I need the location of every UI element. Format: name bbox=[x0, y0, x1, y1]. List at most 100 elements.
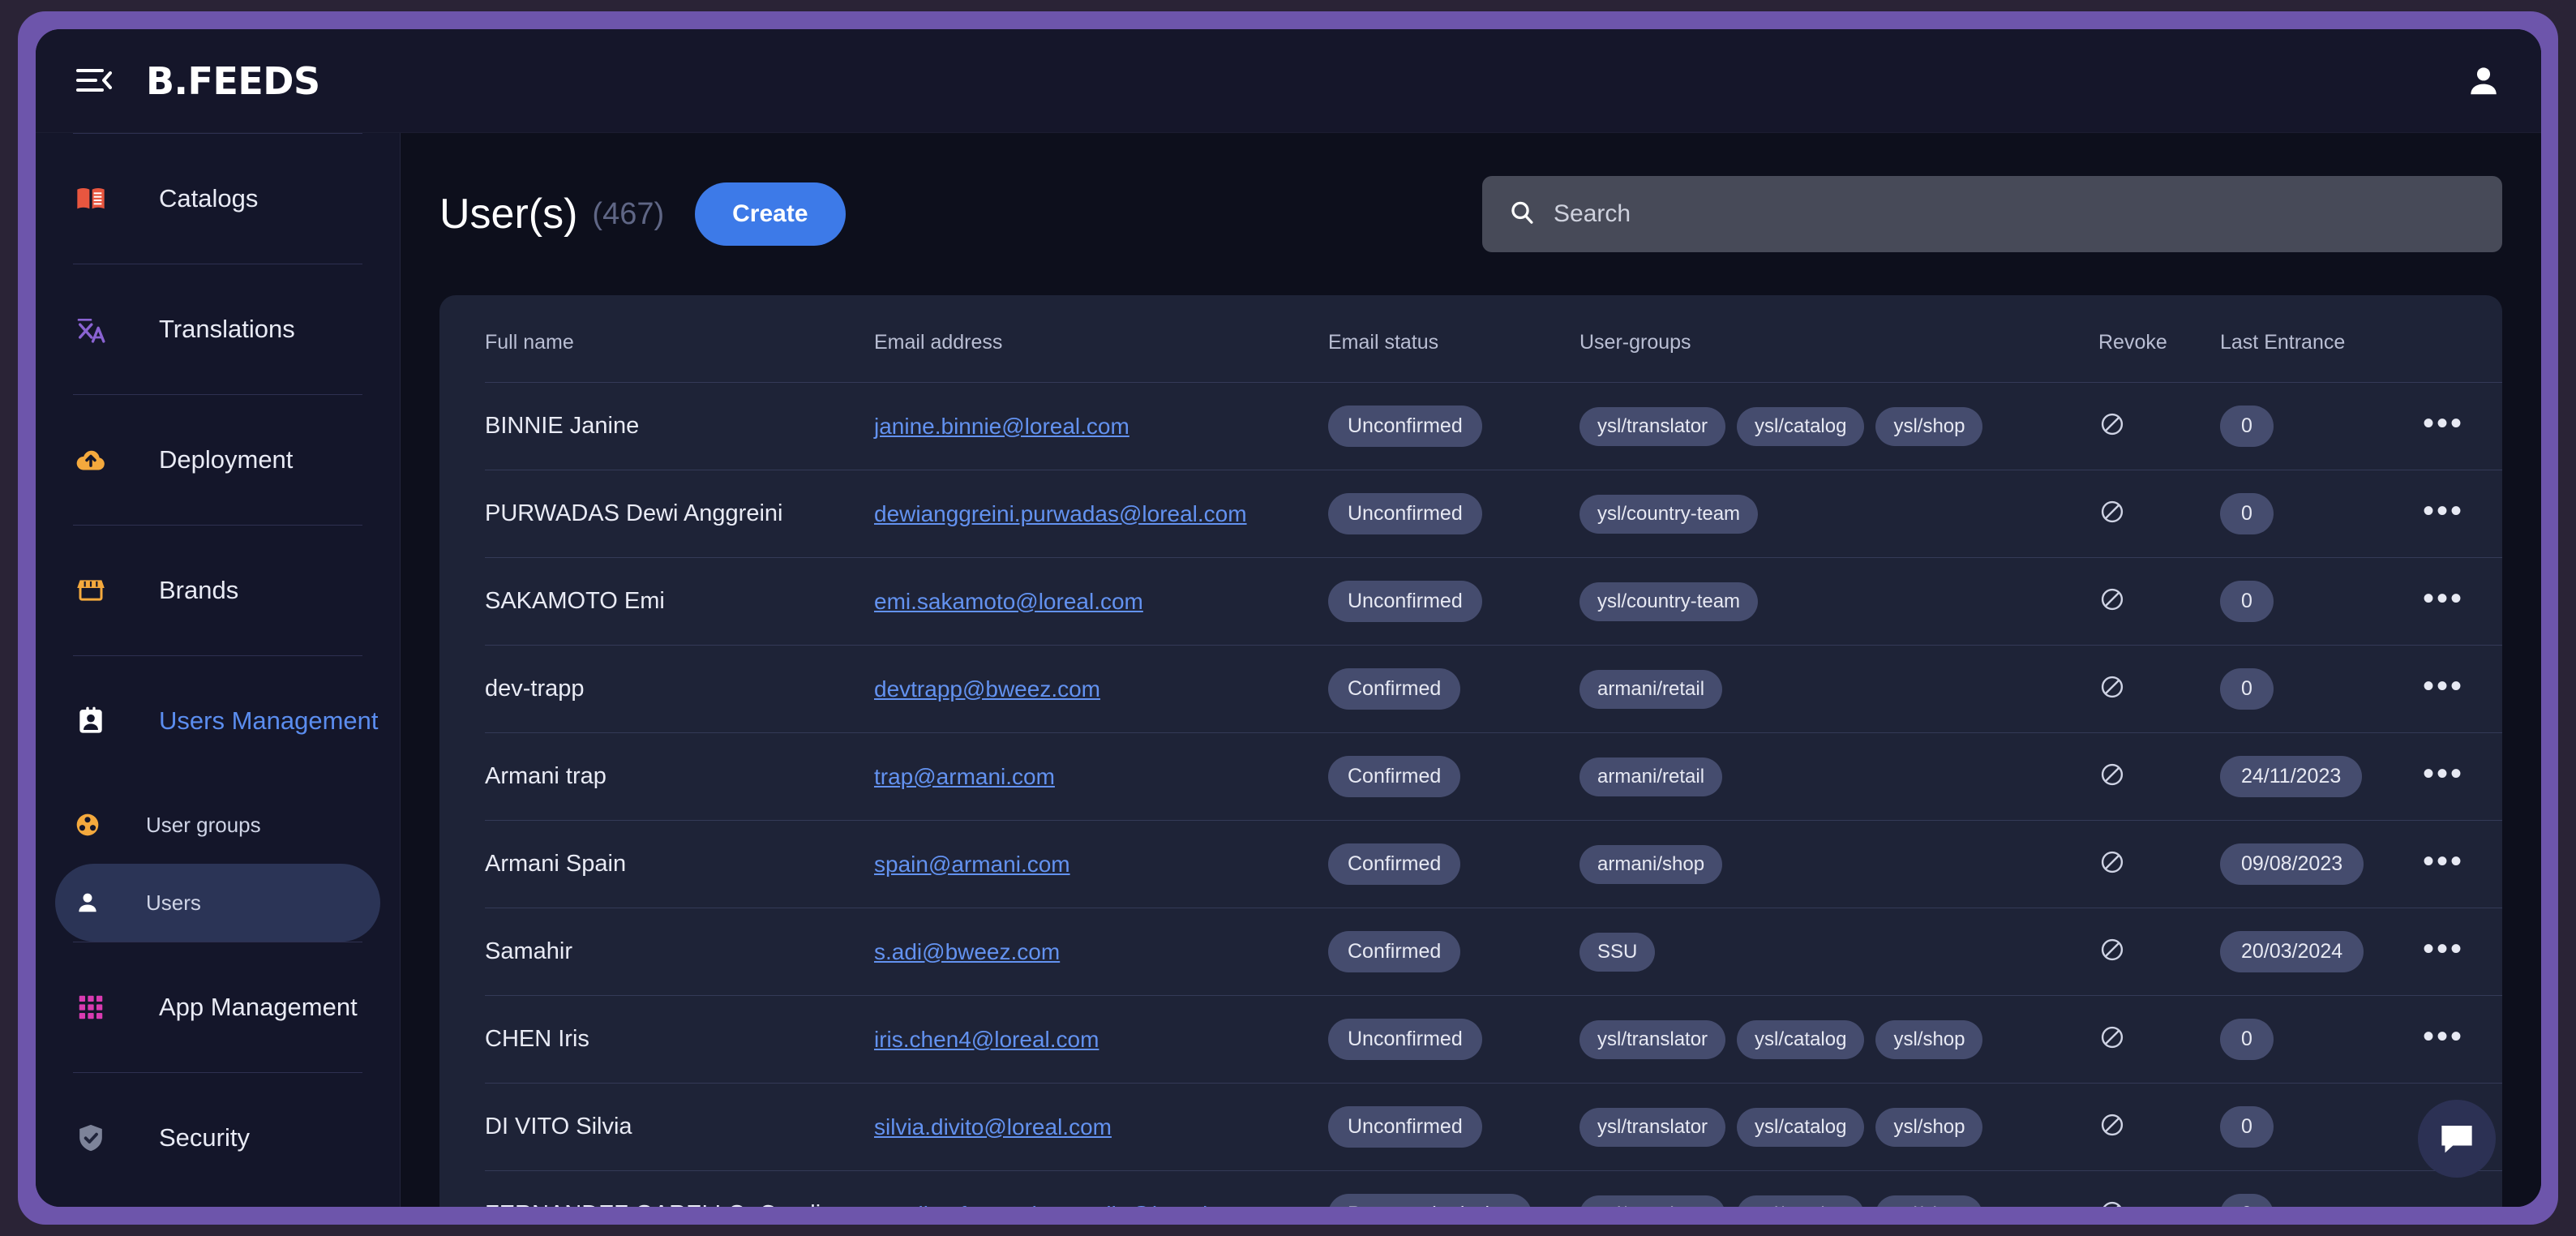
table-row[interactable]: CHEN Iris iris.chen4@loreal.com Unconfirme… bbox=[485, 995, 2502, 1084]
user-group-tag[interactable]: ysl/translator bbox=[1579, 1019, 1726, 1059]
email-link[interactable]: trap@armani.com bbox=[874, 764, 1055, 789]
user-group-tag[interactable]: ysl/catalog bbox=[1737, 1107, 1865, 1147]
sidebar-item-catalogs[interactable]: Catalogs bbox=[55, 134, 380, 264]
status-badge: Confirmed bbox=[1328, 756, 1461, 797]
column-header-full-name[interactable]: Full name bbox=[485, 295, 874, 383]
last-entrance-badge: 24/11/2023 bbox=[2220, 756, 2363, 797]
cell-revoke bbox=[2098, 1171, 2220, 1207]
user-group-tag[interactable]: ysl/country-team bbox=[1579, 494, 1759, 534]
more-options-icon[interactable]: ••• bbox=[2423, 406, 2464, 441]
user-group-tag[interactable]: ysl/translator bbox=[1579, 1107, 1726, 1147]
user-account-icon[interactable] bbox=[2462, 59, 2505, 103]
table-row[interactable]: BINNIE Janine janine.binnie@loreal.com Unc… bbox=[485, 382, 2502, 470]
cell-user-groups: armani/shop bbox=[1579, 820, 2098, 908]
block-icon[interactable] bbox=[2098, 586, 2126, 613]
email-link[interactable]: spain@armani.com bbox=[874, 852, 1070, 877]
content-header: User(s) (467) Create bbox=[439, 133, 2502, 295]
sidebar-item-users-management[interactable]: Users Management bbox=[55, 656, 380, 786]
table-row[interactable]: Armani trap trap@armani.com Confirmed arman… bbox=[485, 732, 2502, 821]
more-options-icon[interactable]: ••• bbox=[2423, 843, 2464, 879]
more-options-icon[interactable]: ••• bbox=[2423, 581, 2464, 616]
cell-last-entrance: 0 bbox=[2220, 470, 2423, 558]
cell-actions: ••• bbox=[2423, 908, 2502, 996]
user-group-tag[interactable]: armani/retail bbox=[1579, 669, 1723, 709]
block-icon[interactable] bbox=[2098, 1111, 2126, 1139]
user-group-tag[interactable]: ysl/catalog bbox=[1737, 1019, 1865, 1059]
block-icon[interactable] bbox=[2098, 1199, 2126, 1207]
email-link[interactable]: emi.sakamoto@loreal.com bbox=[874, 589, 1143, 614]
sidebar-item-deployment[interactable]: Deployment bbox=[55, 395, 380, 525]
search-input[interactable] bbox=[1554, 200, 2476, 228]
block-icon[interactable] bbox=[2098, 936, 2126, 963]
block-icon[interactable] bbox=[2098, 848, 2126, 876]
app-window-frame: B.FEEDS Catalogs Translations Deployment… bbox=[18, 11, 2558, 1225]
user-group-tag[interactable]: ysl/shop bbox=[1875, 1195, 1983, 1207]
translate-icon bbox=[73, 311, 109, 347]
block-icon[interactable] bbox=[2098, 1024, 2126, 1051]
more-options-icon[interactable]: ••• bbox=[2423, 1194, 2464, 1208]
user-group-tag[interactable]: ysl/shop bbox=[1875, 1107, 1983, 1147]
more-options-icon[interactable]: ••• bbox=[2423, 1019, 2464, 1054]
email-link[interactable]: janine.binnie@loreal.com bbox=[874, 414, 1129, 439]
column-header-revoke[interactable]: Revoke bbox=[2098, 295, 2220, 383]
table-row[interactable]: Armani Spain spain@armani.com Confirmed arm… bbox=[485, 820, 2502, 908]
more-options-icon[interactable]: ••• bbox=[2423, 493, 2464, 529]
main-content: User(s) (467) Create Search Full name Em… bbox=[401, 133, 2541, 1207]
search-bar[interactable] bbox=[1482, 176, 2502, 252]
email-link[interactable]: carolina.fernandezgarello@loreal.com bbox=[874, 1202, 1257, 1208]
user-group-tag[interactable]: ysl/catalog bbox=[1737, 1195, 1865, 1207]
table-row[interactable]: dev-trapp devtrapp@bweez.com Confirmed arma… bbox=[485, 645, 2502, 733]
grid-apps-icon bbox=[73, 989, 109, 1025]
user-group-tag[interactable]: ysl/translator bbox=[1579, 406, 1726, 446]
email-link[interactable]: s.adi@bweez.com bbox=[874, 939, 1060, 964]
person-icon bbox=[73, 888, 102, 917]
table-row[interactable]: PURWADAS Dewi Anggreini dewianggreini.pur… bbox=[485, 470, 2502, 558]
column-header-email-address[interactable]: Email address bbox=[874, 295, 1328, 383]
sidebar-item-users[interactable]: Users bbox=[55, 864, 380, 942]
sidebar-item-label: Translations bbox=[159, 315, 295, 343]
more-options-icon[interactable]: ••• bbox=[2423, 756, 2464, 792]
cell-full-name: BINNIE Janine bbox=[485, 382, 874, 470]
user-group-tag[interactable]: armani/shop bbox=[1579, 844, 1723, 884]
column-header-email-status[interactable]: Email status bbox=[1328, 295, 1579, 383]
column-header-last-entrance[interactable]: Last Entrance bbox=[2220, 295, 2423, 383]
sidebar-item-translations[interactable]: Translations bbox=[55, 264, 380, 394]
email-link[interactable]: iris.chen4@loreal.com bbox=[874, 1027, 1099, 1052]
cell-user-groups: ysl/translator ysl/catalogysl/shop bbox=[1579, 382, 2098, 470]
table-row[interactable]: SAKAMOTO Emi emi.sakamoto@loreal.com Uncon… bbox=[485, 557, 2502, 646]
block-icon[interactable] bbox=[2098, 761, 2126, 788]
user-group-tag[interactable]: ysl/shop bbox=[1875, 1019, 1983, 1059]
sidebar-item-security[interactable]: Security bbox=[55, 1073, 380, 1203]
email-link[interactable]: silvia.divito@loreal.com bbox=[874, 1114, 1112, 1139]
app-window: B.FEEDS Catalogs Translations Deployment… bbox=[36, 29, 2541, 1207]
block-icon[interactable] bbox=[2098, 498, 2126, 526]
cell-email-status: Unconfirmed bbox=[1328, 470, 1579, 558]
email-link[interactable]: dewianggreini.purwadas@loreal.com bbox=[874, 501, 1247, 526]
hamburger-menu-icon[interactable] bbox=[71, 58, 117, 104]
user-group-tag[interactable]: ysl/shop bbox=[1875, 406, 1983, 446]
last-entrance-badge: 0 bbox=[2220, 1106, 2274, 1148]
user-group-tag[interactable]: armani/retail bbox=[1579, 757, 1723, 796]
block-icon[interactable] bbox=[2098, 410, 2126, 438]
user-group-tag[interactable]: ysl/country-team bbox=[1579, 582, 1759, 621]
sidebar-item-user-groups[interactable]: User groups bbox=[55, 786, 380, 864]
table-row[interactable]: FERNANDEZ GARELLO, Carolinacarolina.fern… bbox=[485, 1171, 2502, 1208]
shield-check-icon bbox=[73, 1120, 109, 1156]
user-group-tag[interactable]: SSU bbox=[1579, 932, 1656, 972]
email-link[interactable]: devtrapp@bweez.com bbox=[874, 676, 1100, 702]
table-row[interactable]: DI VITO Silvia silvia.divito@loreal.com Un… bbox=[485, 1083, 2502, 1171]
create-button[interactable]: Create bbox=[695, 182, 846, 246]
block-icon[interactable] bbox=[2098, 673, 2126, 701]
user-group-tag[interactable]: ysl/translator bbox=[1579, 1195, 1726, 1207]
cell-email-address: carolina.fernandezgarello@loreal.com bbox=[874, 1171, 1328, 1208]
sidebar-item-app-management[interactable]: App Management bbox=[55, 942, 380, 1072]
table-row[interactable]: Samahir s.adi@bweez.com Confirmed SSU 20/03/… bbox=[485, 908, 2502, 996]
more-options-icon[interactable]: ••• bbox=[2423, 668, 2464, 704]
more-options-icon[interactable]: ••• bbox=[2423, 931, 2464, 967]
sidebar-item-brands[interactable]: Brands bbox=[55, 526, 380, 655]
chat-bubble-icon[interactable] bbox=[2418, 1100, 2496, 1178]
cell-user-groups: armani/retail bbox=[1579, 645, 2098, 733]
status-badge: Unconfirmed bbox=[1328, 1106, 1482, 1148]
column-header-user-groups[interactable]: User-groups bbox=[1579, 295, 2098, 383]
user-group-tag[interactable]: ysl/catalog bbox=[1737, 406, 1865, 446]
